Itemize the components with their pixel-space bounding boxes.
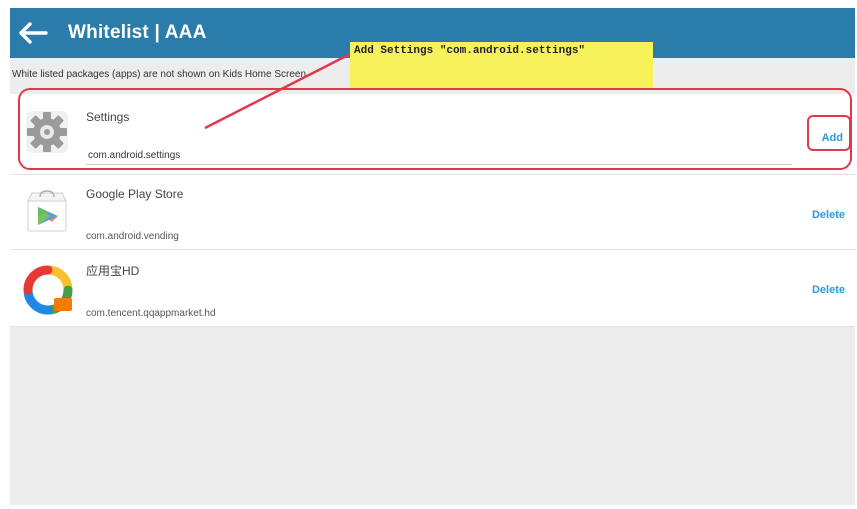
- callout-note: Add Settings "com.android.settings": [350, 42, 653, 88]
- arrow-left-icon[interactable]: [18, 21, 52, 45]
- play-store-icon: [24, 187, 70, 233]
- package-name-field[interactable]: [86, 146, 792, 165]
- page-title: Whitelist | AAA: [68, 22, 207, 43]
- app-name: Google Play Store: [86, 187, 184, 201]
- whitelist-app-list: Settings Add Google Play Store com.andro…: [10, 94, 855, 327]
- package-name: com.tencent.qqappmarket.hd: [86, 308, 216, 319]
- app-name: Settings: [86, 110, 130, 124]
- delete-button[interactable]: Delete: [812, 284, 845, 296]
- list-item-settings: Settings Add: [10, 94, 855, 175]
- delete-button[interactable]: Delete: [812, 209, 845, 221]
- list-item-google-play-store: Google Play Store com.android.vending De…: [10, 175, 855, 250]
- package-name: com.android.vending: [86, 231, 179, 242]
- yingyongbao-icon: [22, 264, 74, 315]
- list-item-yingyongbao-hd: 应用宝HD com.tencent.qqappmarket.hd Delete: [10, 250, 855, 327]
- add-button[interactable]: Add: [822, 132, 843, 144]
- gear-icon: [24, 109, 70, 155]
- app-name: 应用宝HD: [86, 264, 140, 278]
